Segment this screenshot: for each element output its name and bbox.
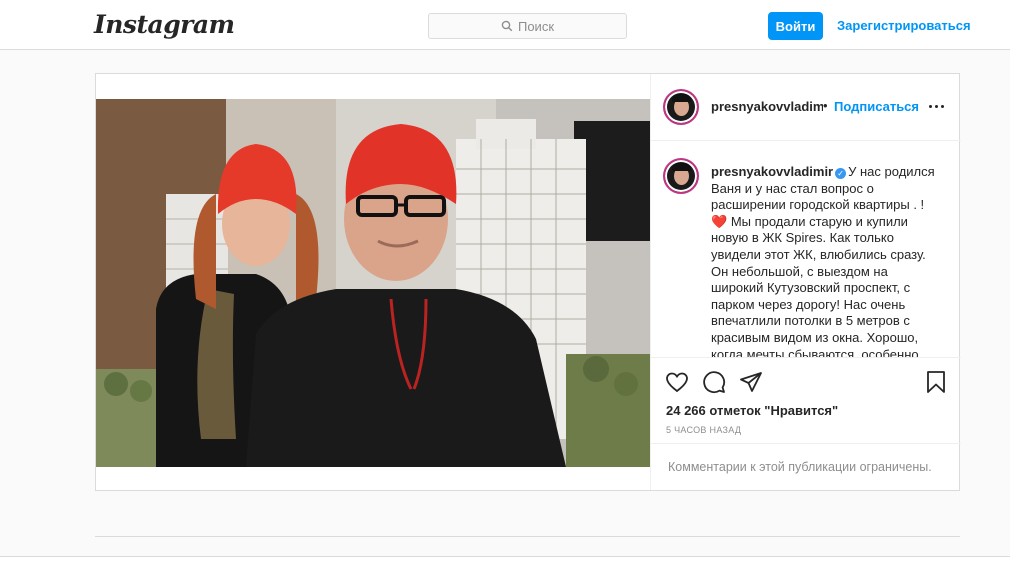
login-button[interactable]: Войти bbox=[768, 12, 823, 40]
signup-link[interactable]: Зарегистрироваться bbox=[837, 18, 971, 33]
bottom-grid-edge bbox=[0, 556, 1010, 568]
likes-count[interactable]: 24 266 отметок "Нравится" bbox=[666, 403, 838, 418]
post-caption: presnyakovvladimir ✓ У нас родился Ваня и … bbox=[711, 164, 939, 357]
avatar-hat bbox=[672, 94, 691, 102]
heart-icon[interactable] bbox=[665, 370, 689, 394]
search-icon bbox=[501, 20, 513, 32]
follow-button[interactable]: Подписаться bbox=[834, 99, 919, 114]
avatar-hat bbox=[672, 163, 691, 171]
header-separator-dot: • bbox=[823, 98, 828, 113]
search-input[interactable]: Поиск bbox=[428, 13, 627, 39]
post-actions: 24 266 отметок "Нравится" 5 ЧАСОВ НАЗАД … bbox=[651, 357, 961, 490]
search-placeholder: Поиск bbox=[517, 18, 555, 34]
post-author-username[interactable]: presnyakovvladimir bbox=[711, 99, 823, 114]
post-photo[interactable] bbox=[96, 99, 650, 467]
caption-section: presnyakovvladimir ✓ У нас родился Ваня и … bbox=[651, 142, 961, 357]
comments-restricted-notice: Комментарии к этой публикации ограничены… bbox=[651, 443, 961, 491]
caption-username[interactable]: presnyakovvladimir bbox=[711, 164, 833, 179]
caption-avatar[interactable] bbox=[663, 158, 699, 194]
post-media bbox=[96, 74, 650, 490]
post-card: presnyakovvladimir • Подписаться presnya… bbox=[95, 73, 961, 491]
heart-emoji-icon: ❤️ bbox=[711, 213, 728, 229]
verified-badge-icon: ✓ bbox=[835, 168, 847, 179]
post-sidebar: presnyakovvladimir • Подписаться presnya… bbox=[650, 74, 961, 490]
bookmark-icon[interactable] bbox=[925, 370, 947, 394]
section-divider bbox=[95, 536, 960, 537]
instagram-logo[interactable]: Instagram bbox=[94, 10, 235, 39]
post-timestamp[interactable]: 5 ЧАСОВ НАЗАД bbox=[666, 425, 741, 435]
top-navigation-bar: Instagram Поиск Войти Зарегистрироваться bbox=[0, 0, 1010, 50]
post-header: presnyakovvladimir • Подписаться bbox=[651, 74, 961, 141]
comment-icon[interactable] bbox=[702, 370, 726, 394]
avatar[interactable] bbox=[663, 89, 699, 125]
caption-text-continued: Мы продали старую и купили новую в ЖК Sp… bbox=[711, 213, 926, 357]
share-icon[interactable] bbox=[739, 370, 763, 394]
more-options-icon[interactable] bbox=[929, 105, 944, 108]
